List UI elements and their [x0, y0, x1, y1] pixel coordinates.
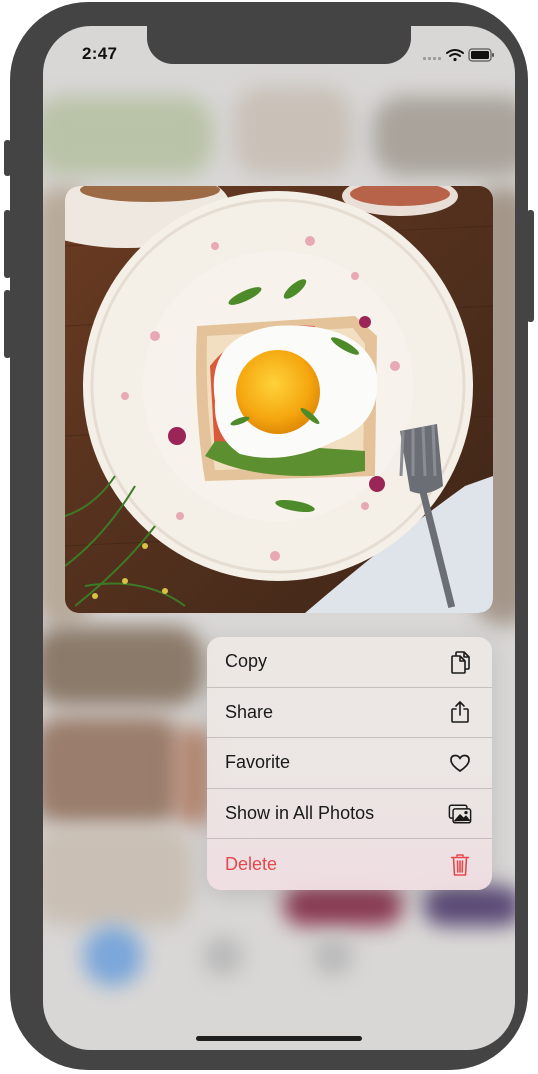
- home-indicator[interactable]: [196, 1036, 362, 1041]
- cellular-signal-icon: [423, 57, 441, 60]
- trash-icon: [448, 853, 472, 877]
- status-icons: [423, 48, 495, 62]
- menu-item-label: Copy: [225, 651, 268, 672]
- notch: [147, 26, 411, 64]
- status-time: 2:47: [82, 44, 118, 63]
- copy-icon: [448, 650, 472, 674]
- share-icon: [448, 700, 472, 724]
- photos-icon: [448, 802, 472, 826]
- menu-item-delete[interactable]: Delete: [207, 839, 492, 890]
- menu-item-show-in-all-photos[interactable]: Show in All Photos: [207, 789, 492, 840]
- context-menu: Copy Share Favorite Show in All Photos D…: [207, 637, 492, 890]
- menu-item-label: Show in All Photos: [225, 803, 375, 824]
- menu-item-share[interactable]: Share: [207, 688, 492, 739]
- wifi-icon: [446, 49, 464, 62]
- menu-item-favorite[interactable]: Favorite: [207, 738, 492, 789]
- device-frame: 2:47 Copy Share Favorite Show in All Pho…: [10, 2, 528, 1070]
- photo-preview[interactable]: [65, 186, 493, 613]
- heart-icon: [448, 751, 472, 775]
- photo-image: [65, 186, 493, 613]
- power-button: [527, 210, 534, 322]
- menu-item-label: Share: [225, 701, 274, 722]
- battery-icon: [468, 48, 494, 62]
- menu-item-label: Favorite: [225, 752, 291, 773]
- screen: 2:47 Copy Share Favorite Show in All Pho…: [43, 26, 515, 1050]
- menu-item-copy[interactable]: Copy: [207, 637, 492, 688]
- menu-item-label: Delete: [225, 854, 278, 875]
